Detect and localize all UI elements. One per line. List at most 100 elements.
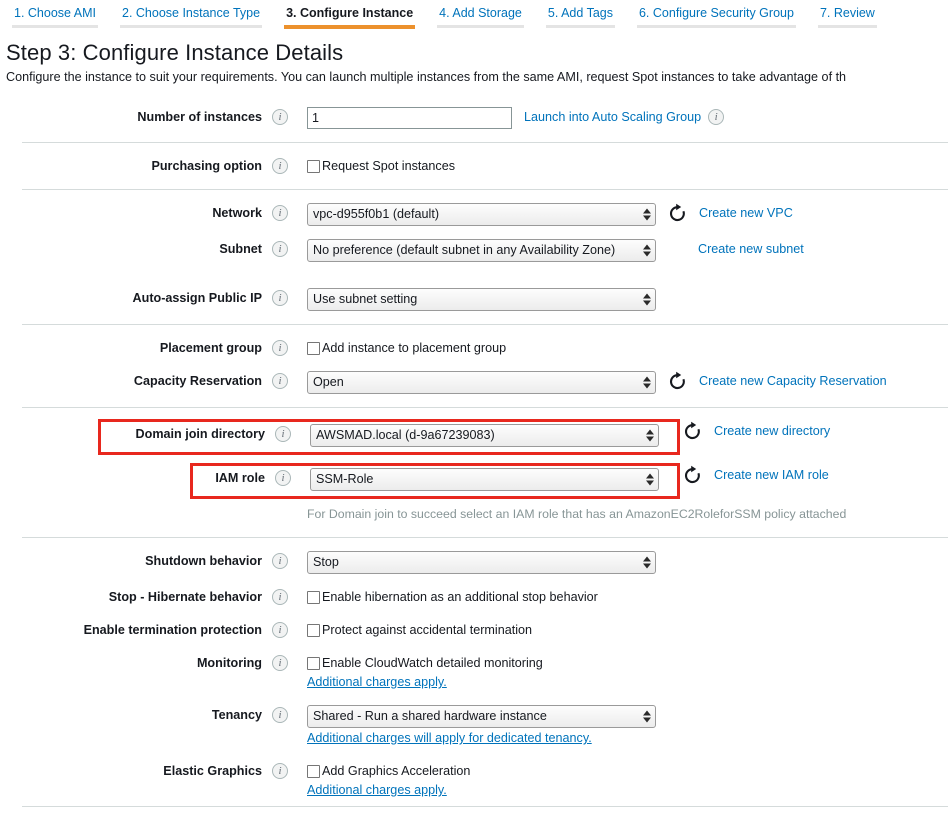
stop-hibernate-checkbox-group[interactable]: Enable hibernation as an additional stop… bbox=[307, 587, 598, 606]
label-placement-group: Placement group bbox=[0, 338, 262, 358]
auto-assign-public-ip-select-value: Use subnet setting bbox=[313, 292, 417, 306]
chevron-updown-icon bbox=[642, 709, 651, 724]
page-title: Step 3: Configure Instance Details bbox=[6, 40, 948, 66]
refresh-icon[interactable] bbox=[683, 421, 702, 442]
subnet-select[interactable]: No preference (default subnet in any Ava… bbox=[307, 239, 656, 262]
label-iam-role: IAM role bbox=[193, 468, 265, 488]
info-icon[interactable]: i bbox=[275, 426, 291, 442]
wizard-tab-6-configure-security-group[interactable]: 6. Configure Security Group bbox=[637, 0, 796, 31]
label-monitoring: Monitoring bbox=[0, 653, 262, 673]
create-new-iam-role-link[interactable]: Create new IAM role bbox=[714, 465, 829, 486]
protect-against-accidental-termination-label: Protect against accidental termination bbox=[322, 621, 532, 639]
elastic-graphics-additional-charges-link[interactable]: Additional charges apply. bbox=[307, 781, 948, 800]
iam-role-hint-row: For Domain join to succeed select an IAM… bbox=[0, 499, 948, 527]
request-spot-instances-label: Request Spot instances bbox=[322, 157, 455, 175]
refresh-icon[interactable] bbox=[668, 371, 687, 392]
field-row-termination-protection: Enable termination protection i Protect … bbox=[0, 607, 948, 640]
info-icon[interactable]: i bbox=[272, 622, 288, 638]
enable-cloudwatch-detailed-monitoring-label: Enable CloudWatch detailed monitoring bbox=[322, 654, 543, 672]
field-row-stop-hibernate-behavior: Stop - Hibernate behavior i Enable hiber… bbox=[0, 574, 948, 607]
label-capacity-reservation: Capacity Reservation bbox=[0, 371, 262, 391]
info-icon[interactable]: i bbox=[272, 589, 288, 605]
info-icon[interactable]: i bbox=[272, 109, 288, 125]
info-icon[interactable]: i bbox=[272, 241, 288, 257]
highlight-box-domain-join-directory: Domain join directory i AWSMAD.local (d-… bbox=[98, 419, 680, 455]
section-divider bbox=[22, 806, 948, 807]
label-auto-assign-public-ip: Auto-assign Public IP bbox=[0, 288, 262, 308]
info-icon[interactable]: i bbox=[272, 655, 288, 671]
create-new-subnet-link[interactable]: Create new subnet bbox=[698, 239, 804, 260]
field-control-group: Add Graphics Acceleration Additional cha… bbox=[307, 761, 948, 800]
field-control-group: Enable hibernation as an additional stop… bbox=[307, 587, 948, 606]
page-description: Configure the instance to suit your requ… bbox=[6, 69, 948, 86]
wizard-tab-2-choose-instance-type[interactable]: 2. Choose Instance Type bbox=[120, 0, 262, 31]
field-control-group: SSM-Role bbox=[310, 468, 677, 491]
iam-role-inner-row: IAM role i SSM-Role bbox=[193, 468, 677, 494]
wizard-tab-underline bbox=[437, 25, 524, 28]
info-icon[interactable]: i bbox=[272, 158, 288, 174]
field-control-group: No preference (default subnet in any Ava… bbox=[307, 239, 948, 262]
shutdown-behavior-select[interactable]: Stop bbox=[307, 551, 656, 574]
info-icon[interactable]: i bbox=[272, 553, 288, 569]
tenancy-additional-charges-link[interactable]: Additional charges will apply for dedica… bbox=[307, 729, 948, 748]
create-new-vpc-link[interactable]: Create new VPC bbox=[699, 203, 793, 224]
request-spot-instances-checkbox[interactable] bbox=[307, 160, 320, 173]
field-control-group: Request Spot instances bbox=[307, 156, 948, 175]
iam-role-select-value: SSM-Role bbox=[316, 472, 373, 486]
label-subnet: Subnet bbox=[0, 239, 262, 259]
tenancy-select-value: Shared - Run a shared hardware instance bbox=[313, 709, 547, 723]
create-new-directory-link[interactable]: Create new directory bbox=[714, 421, 830, 442]
domain-join-directory-select-value: AWSMAD.local (d-9a67239083) bbox=[316, 428, 495, 442]
capacity-reservation-select[interactable]: Open bbox=[307, 371, 656, 394]
monitoring-checkbox-group[interactable]: Enable CloudWatch detailed monitoring bbox=[307, 653, 543, 672]
domain-join-directory-select[interactable]: AWSMAD.local (d-9a67239083) bbox=[310, 424, 659, 447]
label-termination-protection: Enable termination protection bbox=[0, 620, 262, 640]
chevron-updown-icon bbox=[645, 428, 654, 443]
auto-assign-public-ip-select[interactable]: Use subnet setting bbox=[307, 288, 656, 311]
wizard-tab-3-configure-instance[interactable]: 3. Configure Instance bbox=[284, 0, 415, 31]
launch-into-auto-scaling-group-link[interactable]: Launch into Auto Scaling Group bbox=[524, 107, 701, 128]
label-number-of-instances: Number of instances bbox=[0, 107, 262, 127]
info-icon[interactable]: i bbox=[272, 340, 288, 356]
enable-cloudwatch-detailed-monitoring-checkbox[interactable] bbox=[307, 657, 320, 670]
wizard-tab-4-add-storage[interactable]: 4. Add Storage bbox=[437, 0, 524, 31]
elastic-graphics-checkbox-group[interactable]: Add Graphics Acceleration bbox=[307, 761, 470, 780]
number-of-instances-input[interactable] bbox=[307, 107, 512, 129]
info-icon[interactable]: i bbox=[272, 290, 288, 306]
field-control-group: Launch into Auto Scaling Group i bbox=[307, 107, 948, 129]
wizard-tab-1-choose-ami[interactable]: 1. Choose AMI bbox=[12, 0, 98, 31]
info-icon[interactable]: i bbox=[272, 373, 288, 389]
refresh-icon[interactable] bbox=[668, 203, 687, 224]
wizard-tab-5-add-tags[interactable]: 5. Add Tags bbox=[546, 0, 615, 31]
add-instance-to-placement-group-checkbox[interactable] bbox=[307, 342, 320, 355]
info-icon[interactable]: i bbox=[708, 109, 724, 125]
placement-group-checkbox-group[interactable]: Add instance to placement group bbox=[307, 338, 506, 357]
refresh-icon[interactable] bbox=[683, 465, 702, 486]
create-new-capacity-reservation-link[interactable]: Create new Capacity Reservation bbox=[699, 371, 887, 392]
field-control-group: For Domain join to succeed select an IAM… bbox=[307, 501, 948, 524]
wizard-tab-label: 1. Choose AMI bbox=[12, 6, 98, 21]
termination-protection-checkbox-group[interactable]: Protect against accidental termination bbox=[307, 620, 532, 639]
enable-hibernation-checkbox[interactable] bbox=[307, 591, 320, 604]
monitoring-additional-charges-link[interactable]: Additional charges apply. bbox=[307, 673, 948, 692]
label-purchasing-option: Purchasing option bbox=[0, 156, 262, 176]
info-icon[interactable]: i bbox=[272, 707, 288, 723]
purchasing-option-checkbox-group[interactable]: Request Spot instances bbox=[307, 156, 455, 175]
info-icon[interactable]: i bbox=[272, 763, 288, 779]
info-icon[interactable]: i bbox=[272, 205, 288, 221]
field-control-group: Open Create new Capacity Reservation bbox=[307, 371, 948, 394]
label-network: Network bbox=[0, 203, 262, 223]
network-select-value: vpc-d955f0b1 (default) bbox=[313, 207, 439, 221]
wizard-tab-7-review[interactable]: 7. Review bbox=[818, 0, 877, 31]
wizard-tab-underline bbox=[818, 25, 877, 28]
field-control-group: Enable CloudWatch detailed monitoring Ad… bbox=[307, 653, 948, 692]
field-control-group: vpc-d955f0b1 (default) Create new VPC bbox=[307, 203, 948, 226]
add-graphics-acceleration-checkbox[interactable] bbox=[307, 765, 320, 778]
label-elastic-graphics: Elastic Graphics bbox=[0, 761, 262, 781]
info-icon[interactable]: i bbox=[275, 470, 291, 486]
page-header: Step 3: Configure Instance Details Confi… bbox=[0, 31, 948, 86]
network-select[interactable]: vpc-d955f0b1 (default) bbox=[307, 203, 656, 226]
protect-against-accidental-termination-checkbox[interactable] bbox=[307, 624, 320, 637]
iam-role-select[interactable]: SSM-Role bbox=[310, 468, 659, 491]
tenancy-select[interactable]: Shared - Run a shared hardware instance bbox=[307, 705, 656, 728]
